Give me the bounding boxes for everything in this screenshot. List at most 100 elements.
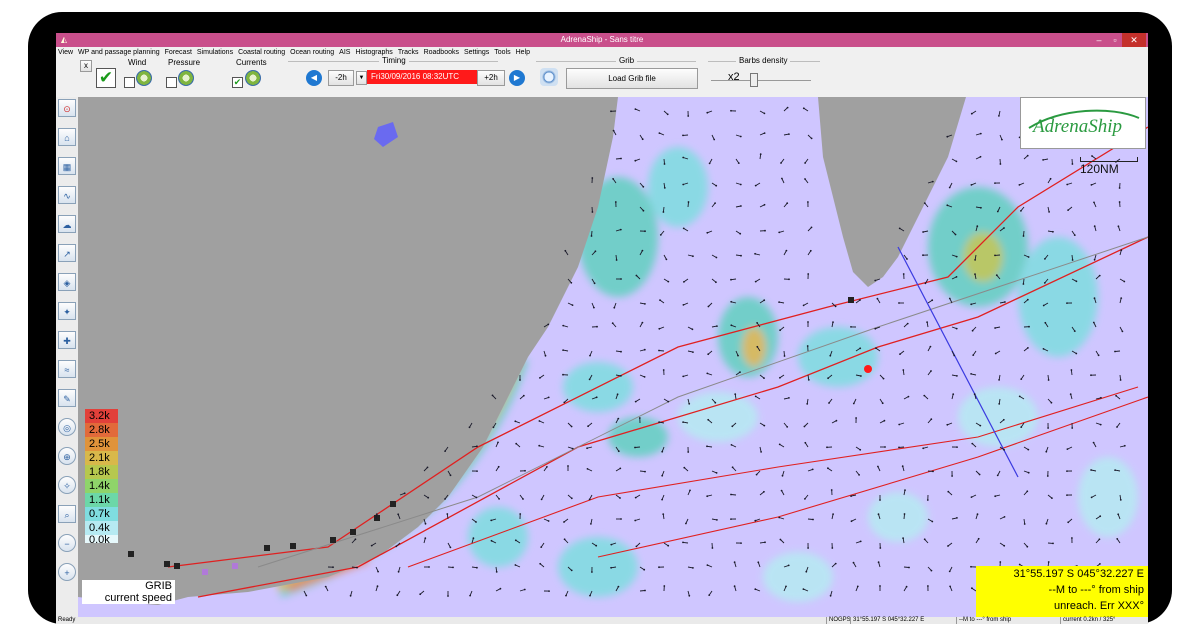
current-arrow-head [979, 155, 982, 158]
menu-roadbooks[interactable]: Roadbooks [424, 49, 459, 56]
track-tool-icon[interactable]: ≈ [58, 360, 76, 378]
graph-tool-icon[interactable]: ∿ [58, 186, 76, 204]
current-arrow-head [662, 211, 665, 213]
current-arrow-head [591, 177, 594, 179]
current-arrow-head [948, 186, 951, 189]
menu-histographs[interactable]: Histographs [355, 49, 392, 56]
current-arrow-head [1121, 330, 1124, 333]
current-arrow-head [562, 349, 564, 351]
current-arrow-head [707, 418, 710, 421]
legend-item: 0.0k [85, 535, 118, 543]
current-arrow-head [683, 281, 685, 283]
current-arrow-head [881, 402, 884, 405]
pressure-settings-icon[interactable] [178, 70, 194, 86]
boat-marker[interactable] [864, 365, 872, 373]
current-arrow-head [976, 513, 979, 516]
wind-settings-icon[interactable] [136, 70, 152, 86]
current-arrow-head [663, 585, 666, 587]
current-arrow-head [998, 403, 1001, 405]
current-arrow-head [739, 232, 742, 235]
current-arrow-head [715, 256, 718, 259]
menu-settings[interactable]: Settings [464, 49, 489, 56]
current-arrow-head [956, 446, 958, 448]
current-arrow-head [994, 182, 996, 184]
wind-checkbox[interactable] [124, 77, 135, 88]
menu-view[interactable]: View [58, 49, 73, 56]
route-tool-icon[interactable]: ↗ [58, 244, 76, 262]
current-arrow-head [730, 518, 732, 520]
current-arrow-head [708, 594, 711, 596]
menu-tools[interactable]: Tools [494, 49, 510, 56]
current-arrow-head [804, 162, 806, 164]
current-arrow-head [595, 396, 598, 399]
close-window-icon[interactable]: ✕ [1122, 33, 1146, 47]
current-arrow-head [879, 585, 881, 587]
colors-tool-icon[interactable]: ▦ [58, 157, 76, 175]
menu-simulations[interactable]: Simulations [197, 49, 233, 56]
current-arrow-head [544, 354, 547, 357]
waypoint-tool-icon[interactable]: ◈ [58, 273, 76, 291]
map-view[interactable] [78, 97, 1148, 617]
current-arrow-head [970, 184, 973, 186]
current-arrow-head [610, 110, 612, 113]
current-arrow-head [754, 395, 757, 398]
zoom-area-icon[interactable]: ⌕ [58, 505, 76, 523]
current-arrow-head [947, 545, 949, 547]
current-arrow-head [760, 451, 762, 453]
currents-settings-icon[interactable] [245, 70, 261, 86]
current-arrow-head [754, 519, 757, 522]
current-arrow-head [1092, 441, 1095, 444]
close-panel-button[interactable]: x [80, 60, 92, 72]
zoom-out-icon[interactable]: − [58, 534, 76, 552]
menu-wp-planning[interactable]: WP and passage planning [78, 49, 160, 56]
current-arrow-head [332, 566, 334, 569]
menu-forecast[interactable]: Forecast [165, 49, 192, 56]
current-arrow-head [905, 585, 908, 588]
grib-download-icon[interactable] [540, 68, 558, 86]
minus-2h-button[interactable]: -2h [328, 70, 354, 86]
current-arrow-head [811, 468, 814, 471]
chart-tool-icon[interactable]: ⌂ [58, 128, 76, 146]
center-view-icon[interactable]: ◎ [58, 418, 76, 436]
current-arrow-head [1123, 444, 1126, 447]
current-arrow-head [547, 396, 550, 399]
target-icon[interactable]: ⊕ [58, 447, 76, 465]
current-arrow-head [590, 523, 592, 525]
measure-tool-icon[interactable]: ✎ [58, 389, 76, 407]
load-grib-button[interactable]: Load Grib file [566, 68, 698, 89]
current-arrow-head [1114, 469, 1116, 471]
plus-2h-button[interactable]: +2h [477, 70, 505, 86]
current-arrow-head [349, 594, 352, 597]
zoom-in-icon[interactable]: + [58, 563, 76, 581]
current-arrow-head [830, 489, 833, 491]
menu-coastal-routing[interactable]: Coastal routing [238, 49, 285, 56]
current-arrow-head [706, 564, 709, 566]
mark-tool-icon[interactable]: ✚ [58, 331, 76, 349]
rewind-icon[interactable]: ◀ [306, 70, 322, 86]
polar-tool-icon[interactable]: ✦ [58, 302, 76, 320]
menu-help[interactable]: Help [516, 49, 530, 56]
maximize-icon[interactable]: ▫ [1108, 33, 1122, 47]
weather-tool-icon[interactable]: ☁ [58, 215, 76, 233]
current-arrow-head [763, 424, 766, 427]
menu-ais[interactable]: AIS [339, 49, 350, 56]
current-arrow-head [740, 542, 742, 544]
legend-caption-title: GRIB [145, 580, 172, 592]
current-arrow-head [567, 465, 569, 467]
minimize-icon[interactable]: – [1092, 33, 1106, 47]
currents-checkbox[interactable]: ✔ [232, 77, 243, 88]
lifebuoy-icon[interactable]: ⊙ [58, 99, 76, 117]
compass-icon[interactable]: ✧ [58, 476, 76, 494]
current-arrow-head [1020, 426, 1023, 428]
current-arrow-head [757, 561, 760, 564]
master-checkbox[interactable]: ✔ [96, 68, 116, 88]
current-arrow-head [644, 303, 646, 305]
forward-icon[interactable]: ▶ [509, 70, 525, 86]
current-arrow-head [1075, 352, 1078, 355]
barbs-slider-thumb[interactable] [750, 73, 758, 87]
date-field[interactable]: Fri30/09/2016 08:32UTC [367, 70, 477, 84]
menu-ocean-routing[interactable]: Ocean routing [290, 49, 334, 56]
date-dropdown-icon[interactable]: ▼ [356, 71, 367, 85]
menu-tracks[interactable]: Tracks [398, 49, 419, 56]
pressure-checkbox[interactable] [166, 77, 177, 88]
